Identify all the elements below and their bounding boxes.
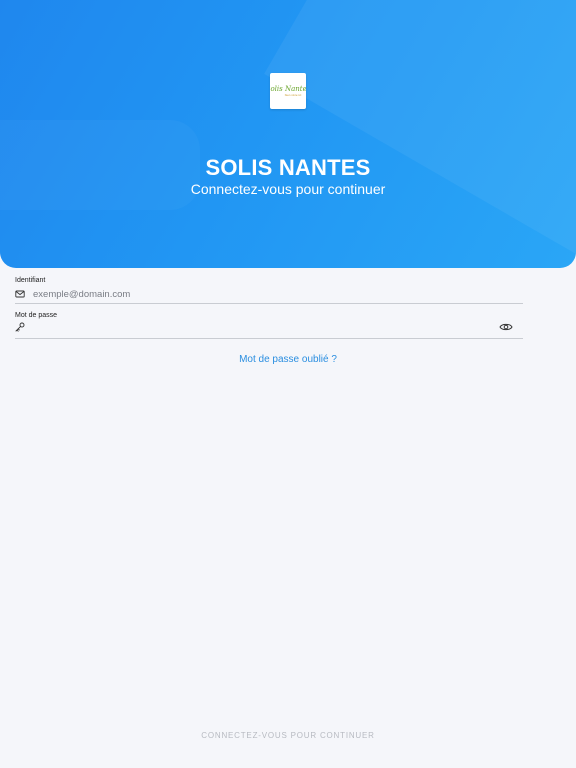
password-field[interactable]: Mot de passe [15, 312, 523, 339]
app-logo: Solis Nantes bien vivre ici [270, 73, 306, 109]
app-title: SOLIS NANTES [205, 155, 371, 180]
logo-subtext: bien vivre ici [284, 93, 302, 97]
eye-icon[interactable] [499, 322, 513, 332]
forgot-password-link[interactable]: Mot de passe oublié ? [0, 354, 576, 365]
identifier-field[interactable]: Identifiant [15, 277, 523, 304]
password-label: Mot de passe [15, 312, 58, 319]
identifier-input[interactable] [33, 288, 493, 300]
envelope-icon [15, 290, 25, 298]
key-icon [15, 322, 25, 332]
login-button[interactable]: CONNECTEZ-VOUS POUR CONTINUER [0, 731, 576, 740]
password-input[interactable] [33, 321, 493, 333]
app-subtitle: Connectez-vous pour continuer [190, 181, 386, 197]
header-banner: Solis Nantes bien vivre ici SOLIS NANTES… [0, 0, 576, 268]
logo-text: Solis Nantes [270, 85, 306, 93]
identifier-label: Identifiant [15, 277, 46, 284]
banner-decoration [264, 0, 576, 254]
login-screen: Solis Nantes bien vivre ici SOLIS NANTES… [0, 0, 576, 768]
